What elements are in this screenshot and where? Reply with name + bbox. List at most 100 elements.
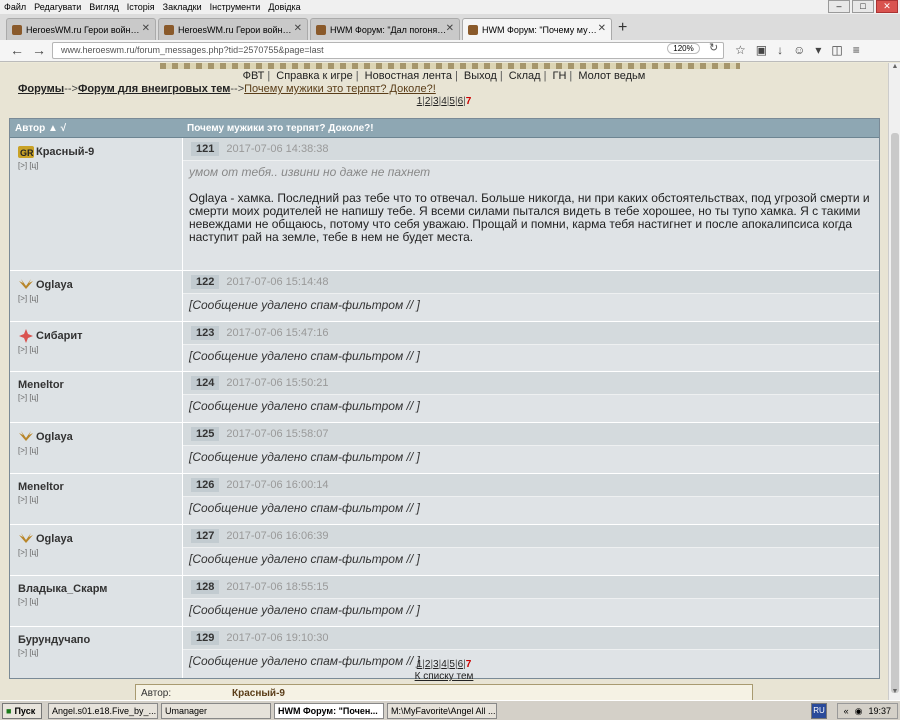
tab-close-icon[interactable]: ✕	[446, 23, 454, 34]
author-name[interactable]: Владыка_Скарм	[18, 583, 107, 595]
menu-help[interactable]: Довідка	[268, 2, 300, 12]
menu-file[interactable]: Файл	[4, 2, 26, 12]
nav-help[interactable]: Справка к игре	[276, 70, 352, 82]
tray-arrow-icon[interactable]: «	[844, 706, 849, 716]
menu-bookmarks[interactable]: Закладки	[163, 2, 202, 12]
nav-warehouse[interactable]: Склад	[509, 70, 541, 82]
new-tab-icon[interactable]: +	[618, 19, 627, 37]
forum-table: Автор ▲ √ Почему мужики это терпят? Доко…	[9, 118, 880, 679]
author-links[interactable]: [>] [ц]	[18, 345, 182, 354]
author-column-header[interactable]: Автор ▲ √	[10, 123, 183, 134]
taskbar-item-active[interactable]: HWM Форум: "Почен...	[274, 702, 384, 719]
tab-close-icon[interactable]: ✕	[142, 23, 150, 34]
shield-icon[interactable]: ◫	[831, 43, 842, 57]
post-message: 123 2017-07-06 15:47:16 [Сообщение удален…	[183, 322, 879, 371]
post-date: 2017-07-06 15:58:07	[226, 428, 329, 440]
author-links[interactable]: [>] [ц]	[18, 495, 182, 504]
maximize-button[interactable]: □	[852, 0, 874, 13]
site-favicon-icon	[164, 24, 174, 35]
menu-tools[interactable]: Інструменти	[210, 2, 261, 12]
post-number[interactable]: 126	[191, 478, 220, 492]
topic-column-header: Почему мужики это терпят? Доколе?!	[187, 122, 374, 134]
taskbar-item[interactable]: M:\MyFavorite\Angel All ...	[387, 702, 497, 719]
post-number[interactable]: 125	[191, 427, 220, 441]
post-message: 125 2017-07-06 15:58:07 [Сообщение удален…	[183, 423, 879, 473]
clipboard-icon[interactable]: ▣	[756, 43, 767, 57]
vertical-scrollbar[interactable]: ▲ ▼	[888, 63, 900, 700]
author-links[interactable]: [>] [ц]	[18, 446, 182, 455]
download-icon[interactable]: ↓	[777, 43, 783, 57]
menu-view[interactable]: Вигляд	[89, 2, 119, 12]
tab-close-icon[interactable]: ✕	[598, 23, 606, 34]
post-number[interactable]: 127	[191, 529, 220, 543]
nav-fvt[interactable]: ФВТ	[243, 70, 265, 82]
author-name[interactable]: Сибарит	[36, 330, 83, 342]
menu-edit[interactable]: Редагувати	[34, 2, 81, 12]
author-links[interactable]: [>] [ц]	[18, 548, 182, 557]
browser-tab-active[interactable]: HWM Форум: "Почему мужик... ✕	[462, 18, 612, 40]
author-name[interactable]: Meneltor	[18, 481, 64, 493]
tab-close-icon[interactable]: ✕	[294, 23, 302, 34]
wings-emblem-icon	[18, 278, 35, 292]
breadcrumb-topic[interactable]: Почему мужики это терпят? Доколе?!	[244, 83, 436, 95]
author-links[interactable]: [>] [ц]	[18, 648, 182, 657]
start-button[interactable]: ■ Пуск	[2, 702, 42, 719]
author-name[interactable]: Oglaya	[36, 533, 73, 545]
breadcrumb-arrow: -->	[64, 83, 78, 95]
nav-newsfeed[interactable]: Новостная лента	[365, 70, 452, 82]
addon-icon[interactable]: ☺	[793, 43, 805, 57]
back-to-topics-link[interactable]: К списку тем	[0, 671, 888, 682]
back-arrow-icon[interactable]: ←	[6, 42, 28, 60]
bookmark-star-icon[interactable]: ☆	[735, 43, 746, 57]
address-input[interactable]: www.heroeswm.ru/forum_messages.php?tid=2…	[52, 42, 724, 59]
taskbar-item[interactable]: Umanager	[161, 702, 271, 719]
breadcrumb-section[interactable]: Форум для внеигровых тем	[78, 83, 230, 95]
author-links[interactable]: [>] [ц]	[18, 161, 182, 170]
post-number[interactable]: 128	[191, 580, 220, 594]
taskbar: ■ Пуск Angel.s01.e18.Five_by_... Umanager…	[0, 700, 900, 720]
scroll-up-icon[interactable]: ▲	[889, 63, 900, 75]
reply-author-label: Автор:	[141, 688, 172, 699]
author-name[interactable]: Oglaya	[36, 431, 73, 443]
nav-logout[interactable]: Выход	[464, 70, 497, 82]
hamburger-menu-icon[interactable]: ≡	[853, 43, 860, 57]
scroll-down-icon[interactable]: ▼	[889, 688, 900, 700]
author-name[interactable]: Meneltor	[18, 379, 64, 391]
browser-tab[interactable]: HWM Форум: "Дал погонять... ✕	[310, 18, 460, 40]
clock[interactable]: 19:37	[868, 706, 891, 716]
browser-tab[interactable]: HeroesWM.ru Герои войны и... ✕	[158, 18, 308, 40]
menu-history[interactable]: Історія	[127, 2, 155, 12]
post-date: 2017-07-06 15:50:21	[226, 377, 329, 389]
post-number[interactable]: 121	[191, 142, 220, 156]
nav-gn[interactable]: ГН	[553, 70, 567, 82]
author-links[interactable]: [>] [ц]	[18, 294, 182, 303]
post-number[interactable]: 129	[191, 631, 220, 645]
post-number[interactable]: 123	[191, 326, 220, 340]
post-number[interactable]: 122	[191, 275, 220, 289]
post-author: Meneltor [>] [ц]	[10, 372, 183, 422]
forum-post: Meneltor [>] [ц] 126 2017-07-06 16:00:14 …	[10, 474, 879, 525]
author-links[interactable]: [>] [ц]	[18, 393, 182, 402]
reply-box: Автор: Красный-9	[135, 684, 753, 700]
page-content: ФВТ | Справка к игре | Новостная лента | Вы…	[0, 63, 888, 700]
post-number[interactable]: 124	[191, 376, 220, 390]
site-favicon-icon	[12, 24, 22, 35]
author-name[interactable]: Красный-9	[36, 146, 94, 158]
dropdown-icon[interactable]: ▾	[815, 43, 821, 57]
scrollbar-thumb[interactable]	[891, 133, 899, 693]
network-icon[interactable]: ◉	[855, 706, 863, 717]
close-window-button[interactable]: ✕	[876, 0, 898, 13]
forward-arrow-icon[interactable]: →	[28, 42, 50, 60]
breadcrumb-forums[interactable]: Форумы	[18, 83, 64, 95]
taskbar-item[interactable]: Angel.s01.e18.Five_by_...	[48, 702, 158, 719]
reload-icon[interactable]: ↻	[709, 41, 718, 54]
language-indicator[interactable]: RU	[811, 703, 827, 719]
post-text: [Сообщение удалено спам-фильтром // ]	[189, 603, 420, 617]
nav-witch-hammer[interactable]: Молот ведьм	[578, 70, 645, 82]
author-name[interactable]: Бурундучапо	[18, 634, 90, 646]
minimize-button[interactable]: –	[828, 0, 850, 13]
author-name[interactable]: Oglaya	[36, 279, 73, 291]
browser-tab[interactable]: HeroesWM.ru Герои войны и... ✕	[6, 18, 156, 40]
author-links[interactable]: [>] [ц]	[18, 597, 182, 606]
zoom-level-badge[interactable]: 120%	[667, 43, 700, 54]
